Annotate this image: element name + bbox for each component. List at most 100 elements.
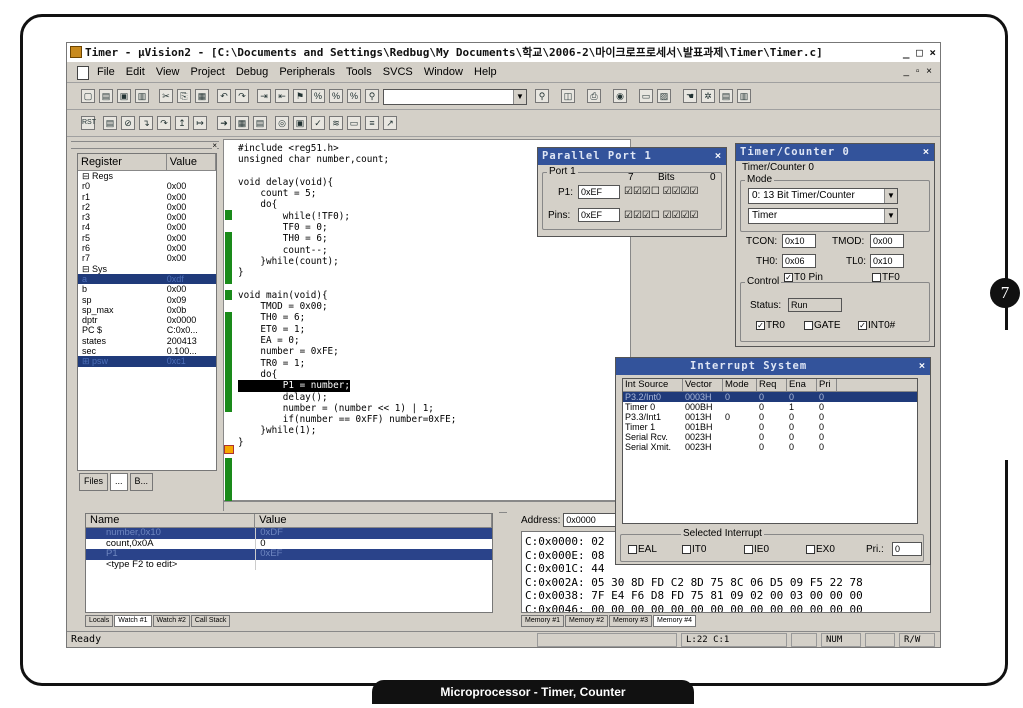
tf0-checkbox[interactable]: TF0	[872, 272, 900, 283]
timer-title[interactable]: Timer/Counter 0 ×	[736, 144, 934, 161]
close-icon[interactable]: ×	[919, 358, 926, 375]
document-icon[interactable]	[77, 66, 89, 80]
panel-close-icon[interactable]: ×	[212, 142, 217, 150]
menu-debug[interactable]: Debug	[232, 63, 272, 81]
run-icon[interactable]: ▤	[103, 116, 117, 130]
step-out-icon[interactable]: ↥	[175, 116, 189, 130]
step-over-icon[interactable]: ↷	[157, 116, 171, 130]
clear-bookmark-icon[interactable]: %	[347, 89, 361, 103]
register-row[interactable]: sp 0x09	[78, 295, 216, 305]
col-value[interactable]: Value	[167, 154, 216, 170]
tab-watch1[interactable]: Watch #1	[114, 615, 152, 627]
register-row[interactable]: ⊟ Regs	[78, 171, 216, 181]
pins-input[interactable]: 0xEF	[578, 208, 620, 222]
col-ena[interactable]: Ena	[787, 379, 817, 391]
p1-bits[interactable]: ☑☑☑☐ ☑☑☑☑	[624, 186, 699, 197]
p1-input[interactable]: 0xEF	[578, 185, 620, 199]
interrupt-row[interactable]: Timer 1 001BH 0 0 0	[623, 422, 917, 432]
col-register[interactable]: Register	[78, 154, 167, 170]
ex0-checkbox[interactable]: EX0	[806, 544, 835, 555]
logic-analyzer-icon[interactable]: ≋	[329, 116, 343, 130]
interrupt-row[interactable]: Serial Rcv. 0023H 0 0 0	[623, 432, 917, 442]
print-icon[interactable]: ⎙	[587, 89, 601, 103]
tools-icon[interactable]: ✲	[701, 89, 715, 103]
find-icon[interactable]: ⚲	[535, 89, 549, 103]
pins-bits[interactable]: ☑☑☑☐ ☑☑☑☑	[624, 210, 699, 221]
watch-row[interactable]: <type F2 to edit>	[86, 559, 492, 570]
toolbox-icon[interactable]: ≡	[365, 116, 379, 130]
menu-peripherals[interactable]: Peripherals	[275, 63, 339, 81]
cut-icon[interactable]: ✂	[159, 89, 173, 103]
reset-icon[interactable]: RST	[81, 116, 96, 130]
debug-session-icon[interactable]: ◉	[613, 89, 627, 103]
watch-row[interactable]: P1 0xEF	[86, 548, 492, 560]
stop-icon[interactable]: ⊘	[121, 116, 135, 130]
layout2-icon[interactable]: ▥	[737, 89, 751, 103]
find-files-icon[interactable]: ⚲	[365, 89, 379, 103]
symbol-window-icon[interactable]: ▭	[347, 116, 361, 130]
next-bookmark-icon[interactable]: %	[329, 89, 343, 103]
close-icon[interactable]: ×	[715, 148, 722, 165]
it0-checkbox[interactable]: IT0	[682, 544, 706, 555]
save-icon[interactable]: ▣	[117, 89, 131, 103]
eal-checkbox[interactable]: EAL	[628, 544, 657, 555]
window-icon[interactable]: ▭	[639, 89, 653, 103]
col-pri[interactable]: Pri	[817, 379, 837, 391]
col-int-source[interactable]: Int Source	[623, 379, 683, 391]
prev-bookmark-icon[interactable]: %	[311, 89, 325, 103]
pri-input[interactable]: 0	[892, 542, 922, 556]
register-row[interactable]: r2 0x00	[78, 202, 216, 212]
register-row[interactable]: r1 0x00	[78, 192, 216, 202]
watch-col-value[interactable]: Value	[255, 514, 492, 527]
int0-checkbox[interactable]: ✓ INT0#	[858, 320, 895, 331]
register-row[interactable]: r0 0x00	[78, 181, 216, 191]
register-row[interactable]: states 200413	[78, 336, 216, 346]
undo-icon[interactable]: ↶	[217, 89, 231, 103]
ie0-checkbox[interactable]: IE0	[744, 544, 769, 555]
col-vector[interactable]: Vector	[683, 379, 723, 391]
save-all-icon[interactable]: ▥	[135, 89, 149, 103]
tr0-checkbox[interactable]: ✓ TR0	[756, 320, 785, 331]
watch-row[interactable]: count,0x0A 0	[86, 538, 492, 549]
tab-memory2[interactable]: Memory #2	[565, 615, 609, 627]
register-row[interactable]: sec 0.100...	[78, 346, 216, 356]
tcon-input[interactable]: 0x10	[782, 234, 816, 248]
gate-checkbox[interactable]: GATE	[804, 320, 840, 331]
th0-input[interactable]: 0x06	[782, 254, 816, 268]
copy-icon[interactable]: ⎘	[177, 89, 191, 103]
register-row[interactable]: r7 0x00	[78, 253, 216, 263]
menu-tools[interactable]: Tools	[342, 63, 376, 81]
interrupt-title[interactable]: Interrupt System ×	[616, 358, 930, 375]
type-select[interactable]: Timer ▼	[748, 208, 898, 224]
interrupt-row[interactable]: P3.2/Int0 0003H 0 0 0 0	[623, 392, 917, 402]
step-into-icon[interactable]: ↴	[139, 116, 153, 130]
mode-select[interactable]: 0: 13 Bit Timer/Counter ▼	[748, 188, 898, 204]
watch-icon[interactable]: ▤	[253, 116, 267, 130]
tl0-input[interactable]: 0x10	[870, 254, 904, 268]
memory-icon[interactable]: ◎	[275, 116, 289, 130]
run-to-cursor-icon[interactable]: ↦	[193, 116, 207, 130]
layout-icon[interactable]: ▤	[719, 89, 733, 103]
unindent-icon[interactable]: ⇤	[275, 89, 289, 103]
disassembly-icon[interactable]: ▦	[235, 116, 249, 130]
menu-window[interactable]: Window	[420, 63, 467, 81]
interrupt-row[interactable]: Timer 0 000BH 0 1 0	[623, 402, 917, 412]
tab-call-stack[interactable]: Call Stack	[190, 615, 231, 627]
watch-row[interactable]: number,0x10 0xDF	[86, 527, 492, 539]
menu-edit[interactable]: Edit	[122, 63, 149, 81]
register-row[interactable]: r3 0x00	[78, 212, 216, 222]
mdi-controls[interactable]: _ ▫ ×	[903, 66, 934, 77]
window-controls[interactable]: _ □ ×	[902, 43, 936, 62]
tab-locals[interactable]: Locals	[85, 615, 114, 627]
new-file-icon[interactable]: ▢	[81, 89, 95, 103]
find-combo[interactable]: ▼	[383, 89, 527, 105]
register-row[interactable]: a 0xdf	[78, 273, 216, 285]
tab-watch2[interactable]: Watch #2	[152, 615, 190, 627]
config-icon[interactable]: ▨	[657, 89, 671, 103]
paste-icon[interactable]: ▦	[195, 89, 209, 103]
parallel-port-title[interactable]: Parallel Port 1 ×	[538, 148, 726, 165]
register-row[interactable]: r6 0x00	[78, 243, 216, 253]
tab-memory1[interactable]: Memory #1	[521, 615, 565, 627]
close-icon[interactable]: ×	[923, 144, 930, 161]
register-row[interactable]: ⊟ Sys	[78, 264, 216, 274]
